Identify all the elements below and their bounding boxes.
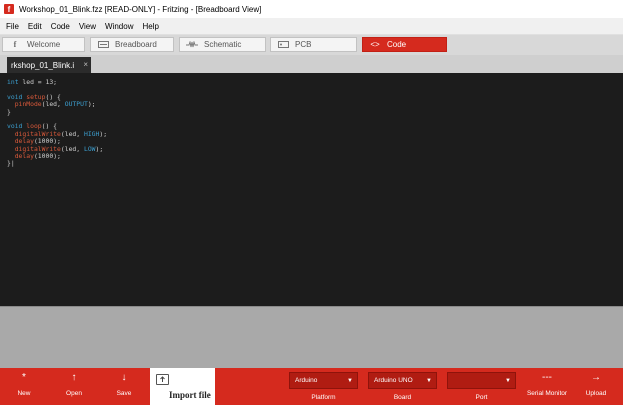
breadboard-icon <box>97 40 109 49</box>
tab-code-label: Code <box>387 40 407 49</box>
serial-monitor-button[interactable]: --- Serial Monitor <box>527 368 567 405</box>
fritzing-f-icon: f <box>13 40 17 49</box>
fritzing-app-icon: f <box>4 4 14 14</box>
open-button[interactable]: ↑ Open <box>59 368 89 405</box>
open-icon: ↑ <box>71 372 77 383</box>
pcb-icon <box>277 40 289 49</box>
open-label: Open <box>66 390 82 397</box>
editor-file-tab[interactable]: rkshop_01_Blink.i × <box>7 57 91 73</box>
title-bar: f Workshop_01_Blink.fzz [READ-ONLY] - Fr… <box>0 0 623 18</box>
import-icon <box>156 374 169 385</box>
code-text[interactable]: int led = 13; void setup() { pinMode(led… <box>7 78 107 168</box>
menu-window[interactable]: Window <box>105 22 133 31</box>
code-editor[interactable]: int led = 13; void setup() { pinMode(led… <box>0 73 623 306</box>
tab-schematic[interactable]: Schematic <box>179 37 266 52</box>
editor-file-tab-label: rkshop_01_Blink.i <box>11 60 75 70</box>
console-panel <box>0 306 623 368</box>
chevron-down-icon: ▼ <box>347 378 353 384</box>
menu-bar: File Edit Code View Window Help <box>0 18 623 35</box>
menu-edit[interactable]: Edit <box>28 22 42 31</box>
board-label: Board <box>393 394 412 401</box>
board-select[interactable]: Arduino UNO ▼ <box>368 372 437 389</box>
code-icon: <> <box>370 40 380 49</box>
editor-tab-strip: rkshop_01_Blink.i × <box>0 55 623 73</box>
serial-monitor-label: Serial Monitor <box>526 390 568 397</box>
platform-value: Arduino <box>295 377 318 384</box>
menu-code[interactable]: Code <box>51 22 70 31</box>
save-icon: ↓ <box>121 372 127 383</box>
menu-view[interactable]: View <box>79 22 96 31</box>
new-icon: * <box>22 372 26 383</box>
upload-button[interactable]: → Upload <box>581 368 611 405</box>
upload-icon: → <box>591 372 601 383</box>
port-select[interactable]: ▼ <box>447 372 516 389</box>
new-label: New <box>17 390 31 397</box>
tab-breadboard-label: Breadboard <box>115 40 157 49</box>
upload-label: Upload <box>585 390 607 397</box>
menu-file[interactable]: File <box>6 22 19 31</box>
close-icon[interactable]: × <box>83 60 88 69</box>
board-value: Arduino UNO <box>374 377 413 384</box>
tab-breadboard[interactable]: Breadboard <box>90 37 174 52</box>
schematic-icon <box>186 40 198 49</box>
chevron-down-icon: ▼ <box>505 378 511 384</box>
view-tab-bar: f Welcome Breadboard Schematic PCB <> Co… <box>0 35 623 55</box>
window-title: Workshop_01_Blink.fzz [READ-ONLY] - Frit… <box>19 4 262 14</box>
tab-pcb-label: PCB <box>295 40 312 49</box>
tab-code[interactable]: <> Code <box>362 37 447 52</box>
serial-monitor-icon: --- <box>542 372 552 383</box>
tab-pcb[interactable]: PCB <box>270 37 357 52</box>
port-label: Port <box>475 394 488 401</box>
platform-label: Platform <box>311 394 336 401</box>
save-button[interactable]: ↓ Save <box>109 368 139 405</box>
tab-schematic-label: Schematic <box>204 40 242 49</box>
chevron-down-icon: ▼ <box>426 378 432 384</box>
menu-help[interactable]: Help <box>142 22 158 31</box>
import-file-label: Import file <box>169 390 211 400</box>
tab-welcome-label: Welcome <box>27 40 61 49</box>
new-button[interactable]: * New <box>9 368 39 405</box>
platform-select[interactable]: Arduino ▼ <box>289 372 358 389</box>
tab-welcome[interactable]: f Welcome <box>2 37 85 52</box>
save-label: Save <box>116 390 132 397</box>
import-file-button[interactable]: Import file <box>150 368 215 405</box>
